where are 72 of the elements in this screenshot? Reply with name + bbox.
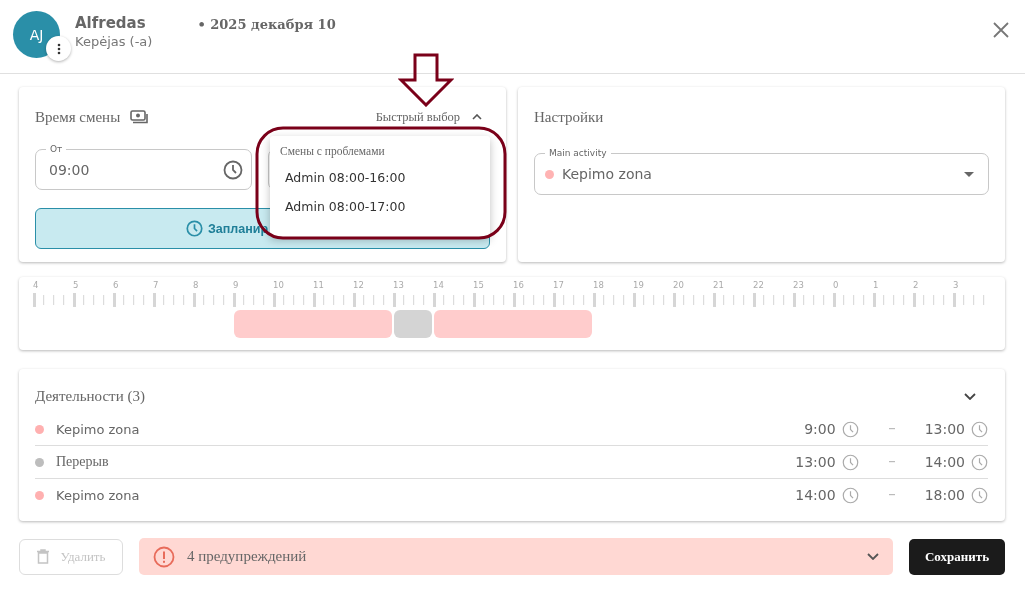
more-icon	[56, 42, 61, 55]
activity-name: Перерыв	[56, 454, 110, 470]
clock-icon	[186, 220, 203, 237]
employee-role: Kepėjas (-a)	[75, 34, 153, 49]
field-value: Kepimo zona	[562, 166, 653, 182]
collapse-button[interactable]	[962, 390, 978, 402]
chevron-icon	[964, 392, 976, 400]
dash-icon	[888, 494, 895, 496]
chevron-icon	[472, 114, 482, 120]
hour-label: 6	[113, 280, 119, 290]
card-title: Время смены	[35, 108, 121, 126]
hour-label: 20	[673, 280, 684, 290]
money-icon	[130, 110, 149, 124]
hour-label: 13	[393, 280, 404, 290]
clock-icon	[841, 453, 859, 471]
dash-icon	[888, 461, 895, 463]
alert-icon	[153, 545, 175, 568]
dropdown-arrow-icon	[964, 171, 974, 177]
hour-label: 21	[713, 280, 724, 290]
activity-name: Kepimo zona	[56, 487, 141, 503]
close-button[interactable]	[993, 22, 1009, 38]
shift-date: • 2025 декабря 10	[197, 17, 336, 32]
hour-label: 1	[873, 280, 879, 290]
activity-name: Kepimo zona	[56, 421, 141, 437]
hour-label: 9	[233, 280, 239, 290]
clock-icon	[223, 159, 243, 180]
end-time: 13:00	[924, 421, 965, 437]
hour-label: 12	[353, 280, 364, 290]
hour-label: 15	[473, 280, 484, 290]
card-title: Настройки	[534, 109, 604, 125]
hour-label: 0	[833, 280, 839, 290]
more-button[interactable]	[46, 36, 71, 61]
end-time: 14:00	[924, 454, 965, 470]
employee-name: Alfredas	[75, 14, 147, 32]
annotation-arrow	[398, 53, 454, 107]
hour-label: 3	[953, 280, 959, 290]
clock-icon	[971, 486, 988, 504]
hour-label: 17	[553, 280, 564, 290]
card-title: Деятельности (3)	[35, 387, 145, 405]
hour-label: 14	[433, 280, 444, 290]
start-time: 13:00	[795, 454, 836, 470]
trash-icon	[36, 549, 49, 564]
warnings-bar[interactable]: 4 предупреждений	[139, 538, 893, 575]
clock-icon	[841, 486, 859, 504]
hour-label: 2	[913, 280, 919, 290]
start-time: 14:00	[795, 487, 836, 503]
dash-icon	[888, 428, 895, 430]
hour-label: 19	[633, 280, 644, 290]
start-time: 9:00	[804, 421, 836, 437]
field-label: От	[46, 143, 67, 155]
field-value: 09:00	[49, 161, 91, 178]
field-label: Main activity	[545, 147, 611, 159]
hour-label: 7	[153, 280, 159, 290]
menu-section-label: Смены с проблемами	[279, 145, 386, 157]
close-icon	[993, 22, 1009, 38]
hour-label: 11	[313, 280, 324, 290]
menu-item[interactable]: Admin 08:00-16:00	[270, 163, 490, 192]
hour-label: 5	[73, 280, 79, 290]
hour-label: 4	[33, 280, 39, 290]
hour-label: 22	[753, 280, 764, 290]
hour-label: 16	[513, 280, 524, 290]
end-time: 18:00	[924, 487, 965, 503]
hour-label: 10	[273, 280, 284, 290]
hour-label: 8	[193, 280, 199, 290]
clock-icon	[971, 420, 988, 438]
quick-select-button[interactable]: Быстрый выбор	[375, 109, 490, 125]
clock-icon	[971, 453, 988, 471]
save-button[interactable]: Сохранить	[909, 538, 1005, 575]
hour-label: 18	[593, 280, 604, 290]
hour-label: 23	[793, 280, 804, 290]
clock-icon	[841, 420, 859, 438]
chevron-icon	[867, 553, 879, 560]
